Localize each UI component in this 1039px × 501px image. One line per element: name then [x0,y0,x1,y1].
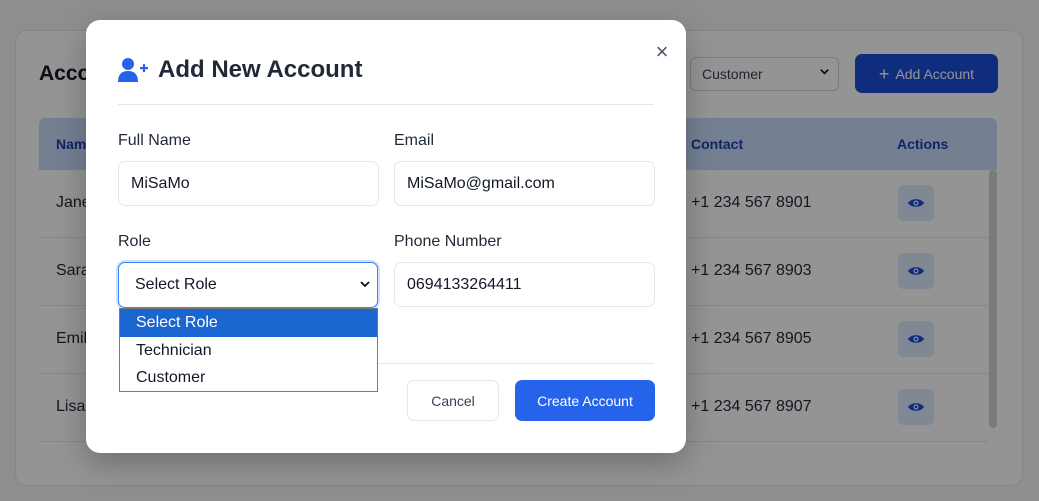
role-select[interactable]: Select Role [118,262,378,308]
phone-number-label: Phone Number [394,233,502,250]
modal-header: Add New Account [118,56,362,84]
role-select-value: Select Role [135,276,217,293]
create-account-button[interactable]: Create Account [515,380,655,421]
chevron-down-icon [359,277,371,295]
role-option-technician[interactable]: Technician [120,337,377,365]
close-icon[interactable]: × [652,41,672,63]
cancel-button[interactable]: Cancel [407,380,499,421]
modal-title: Add New Account [158,56,363,83]
full-name-input[interactable] [118,161,379,206]
email-label: Email [394,132,435,149]
phone-number-input[interactable] [394,262,655,307]
email-input[interactable] [394,161,655,206]
role-label: Role [118,233,151,250]
role-dropdown-list: Select Role Technician Customer [119,308,378,392]
full-name-label: Full Name [118,132,191,149]
user-plus-icon [118,58,148,82]
role-option-customer[interactable]: Customer [120,364,377,392]
header-divider [118,104,654,105]
add-account-modal: × Add New Account Full Name Email Role S… [86,20,686,453]
role-option-select-role[interactable]: Select Role [120,309,377,337]
